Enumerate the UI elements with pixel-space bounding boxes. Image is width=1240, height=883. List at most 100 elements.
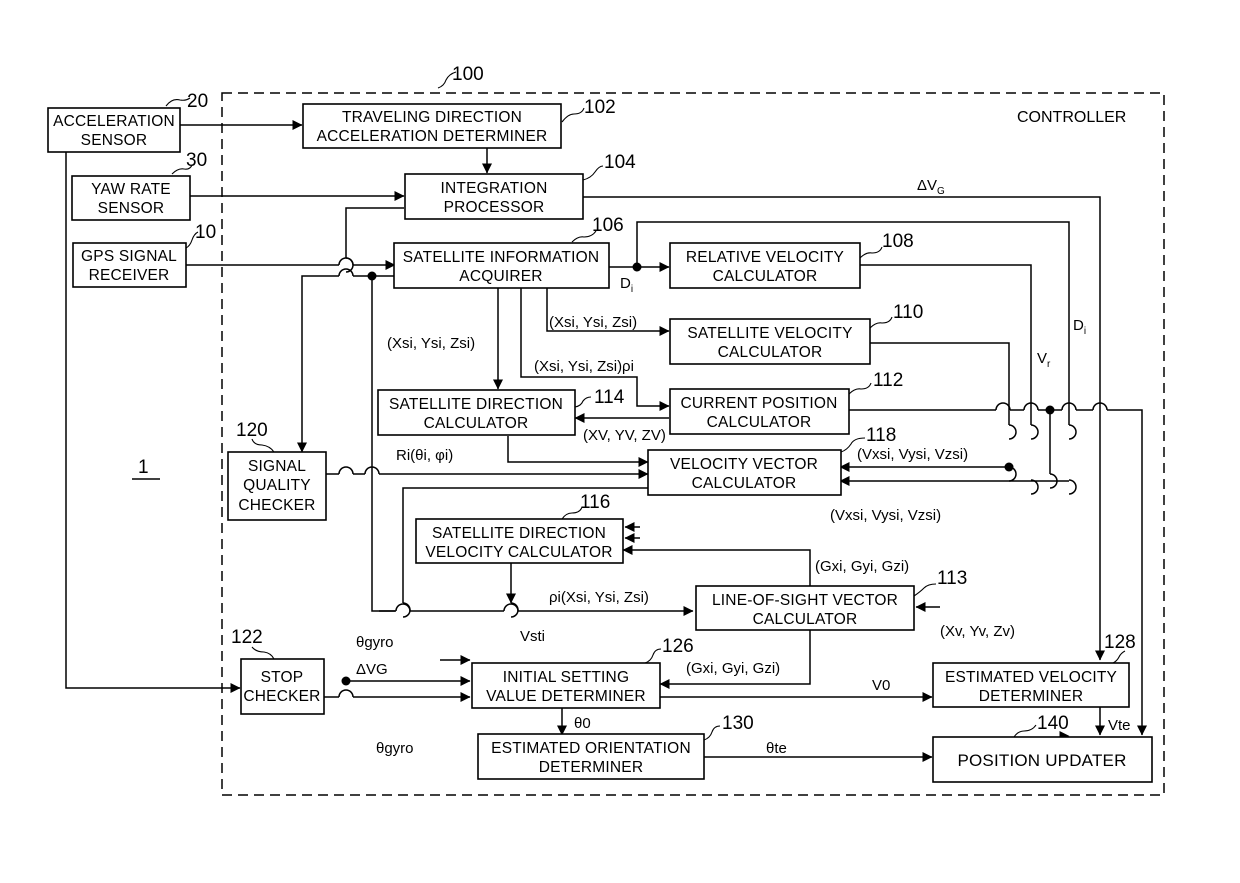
block-ref: 30: [186, 150, 207, 171]
block-ref: 10: [195, 222, 216, 243]
block-line: SIGNAL: [248, 458, 306, 475]
block-line: SATELLITE DIRECTION: [432, 525, 606, 542]
block-ref: 122: [231, 627, 263, 648]
signal-vte: Vte: [1108, 717, 1131, 734]
block-line: SATELLITE DIRECTION: [389, 396, 563, 413]
block-line: SENSOR: [98, 200, 165, 217]
signal-v0: V0: [872, 677, 890, 694]
block-ref: 113: [937, 568, 967, 589]
block-ref: 126: [662, 636, 694, 657]
signal-di-right: Di: [1073, 317, 1086, 337]
block-ref: 104: [604, 152, 636, 173]
block-line: ESTIMATED ORIENTATION: [491, 740, 691, 757]
block-line: LINE-OF-SIGHT VECTOR: [712, 592, 898, 609]
block-line: CHECKER: [243, 688, 320, 705]
signal-sat-pos-rho-to-cpc: (Xsi, Ysi, Zsi)ρi: [534, 358, 634, 375]
block-integration-processor: INTEGRATION PROCESSOR 104: [404, 152, 636, 220]
block-line: RELATIVE VELOCITY: [686, 249, 844, 266]
junction-dot: [632, 262, 642, 272]
block-ref: 118: [866, 425, 896, 446]
block-line: ACCELERATION DETERMINER: [317, 128, 548, 145]
block-line: CALCULATOR: [707, 414, 812, 431]
block-line: DETERMINER: [539, 759, 643, 776]
block-ref: 20: [187, 91, 208, 112]
signal-sat-pos-to-svc: (Xsi, Ysi, Zsi): [549, 314, 637, 331]
block-line: CURRENT POSITION: [680, 395, 837, 412]
block-satellite-direction-velocity-calculator: SATELLITE DIRECTION VELOCITY CALCULATOR …: [415, 492, 624, 564]
block-initial-setting-value-determiner: INITIAL SETTING VALUE DETERMINER 126: [471, 636, 694, 709]
signal-vehicle-pos-to-sdc: (XV, YV, ZV): [583, 427, 666, 444]
block-satellite-information-acquirer: SATELLITE INFORMATION ACQUIRER 106: [393, 215, 624, 289]
block-line: SATELLITE INFORMATION: [403, 249, 600, 266]
block-line: VALUE DETERMINER: [486, 688, 646, 705]
block-estimated-velocity-determiner: ESTIMATED VELOCITY DETERMINER 128: [932, 632, 1136, 708]
block-ref: 102: [584, 97, 616, 118]
block-line: STOP: [261, 669, 304, 686]
signal-theta0: θ0: [574, 715, 591, 732]
controller-ref: 100: [452, 64, 484, 85]
block-acceleration-sensor: ACCELERATION SENSOR 20: [47, 91, 208, 153]
block-line: VELOCITY VECTOR: [670, 456, 818, 473]
system-ref: 1: [138, 457, 149, 478]
block-line: RECEIVER: [89, 267, 170, 284]
block-traveling-direction-acceleration-determiner: TRAVELING DIRECTION ACCELERATION DETERMI…: [302, 97, 616, 149]
block-line: CALCULATOR: [692, 475, 797, 492]
signal-theta-gyro-upper: θgyro: [356, 634, 394, 651]
signal-los-to-sdvc: (Gxi, Gyi, Gzi): [815, 558, 909, 575]
block-line: CALCULATOR: [424, 415, 529, 432]
signal-vehicle-pos-to-los: (Xv, Yv, Zv): [940, 623, 1015, 640]
block-line: PROCESSOR: [444, 199, 545, 216]
signal-sat-pos-to-sdc: (Xsi, Ysi, Zsi): [387, 335, 475, 352]
signal-rho-pos-to-los: ρi(Xsi, Ysi, Zsi): [549, 589, 649, 606]
controller-label: CONTROLLER: [1017, 109, 1126, 126]
signal-theta-gyro-lower: θgyro: [376, 740, 414, 757]
block-ref: 114: [594, 387, 625, 408]
block-line: SATELLITE VELOCITY: [687, 325, 852, 342]
block-line: GPS SIGNAL: [81, 248, 177, 265]
block-signal-quality-checker: SIGNAL QUALITY CHECKER 120: [227, 420, 327, 521]
signal-los-to-isvd: (Gxi, Gyi, Gzi): [686, 660, 780, 677]
block-yaw-rate-sensor: YAW RATE SENSOR 30: [71, 150, 207, 221]
block-ref: 112: [873, 370, 903, 391]
block-line: DETERMINER: [979, 688, 1083, 705]
junction-dot: [341, 676, 351, 686]
block-line: CALCULATOR: [718, 344, 823, 361]
junction-dot: [1004, 462, 1014, 472]
block-line: POSITION UPDATER: [957, 751, 1126, 770]
signal-ri-angles: Ri(θi, φi): [396, 447, 453, 464]
junction-dot: [1045, 405, 1055, 415]
block-estimated-orientation-determiner: ESTIMATED ORIENTATION DETERMINER 130: [477, 713, 754, 780]
signal-delta-vg: ΔVG: [917, 177, 945, 197]
block-ref: 128: [1104, 632, 1136, 653]
signal-di: Di: [620, 275, 633, 295]
block-line: CALCULATOR: [753, 611, 858, 628]
block-ref: 120: [236, 420, 268, 441]
block-line: INTEGRATION: [441, 180, 548, 197]
block-ref: 116: [580, 492, 610, 513]
block-stop-checker: STOP CHECKER 122: [231, 627, 325, 715]
block-line: TRAVELING DIRECTION: [342, 109, 522, 126]
block-line: INITIAL SETTING: [503, 669, 629, 686]
block-line-of-sight-vector-calculator: LINE-OF-SIGHT VECTOR CALCULATOR 113: [695, 568, 967, 631]
block-line: ESTIMATED VELOCITY: [945, 669, 1117, 686]
signal-vst: Vsti: [520, 628, 545, 645]
block-diagram: 100 CONTROLLER 1 ACCELERATION SENSOR 20 …: [47, 64, 1165, 796]
block-ref: 108: [882, 231, 914, 252]
signal-theta-te: θte: [766, 740, 787, 757]
block-relative-velocity-calculator: RELATIVE VELOCITY CALCULATOR 108: [669, 231, 914, 289]
junction-dot: [367, 271, 377, 281]
block-line: SENSOR: [81, 132, 148, 149]
block-line: YAW RATE: [91, 181, 171, 198]
block-line: CHECKER: [238, 497, 315, 514]
block-line: VELOCITY CALCULATOR: [425, 544, 612, 561]
signal-sat-vel-to-sdvc: (Vxsi, Vysi, Vzsi): [830, 507, 941, 524]
block-ref: 140: [1037, 713, 1069, 734]
signal-delta-vg-lower: ΔVG: [356, 661, 388, 678]
block-ref: 130: [722, 713, 754, 734]
block-line: QUALITY: [243, 477, 311, 494]
block-satellite-velocity-calculator: SATELLITE VELOCITY CALCULATOR 110: [669, 302, 923, 365]
block-ref: 106: [592, 215, 624, 236]
signal-sat-vel-to-vvc: (Vxsi, Vysi, Vzsi): [857, 446, 968, 463]
signal-vr: Vr: [1037, 350, 1051, 370]
block-gps-signal-receiver: GPS SIGNAL RECEIVER 10: [72, 222, 216, 288]
